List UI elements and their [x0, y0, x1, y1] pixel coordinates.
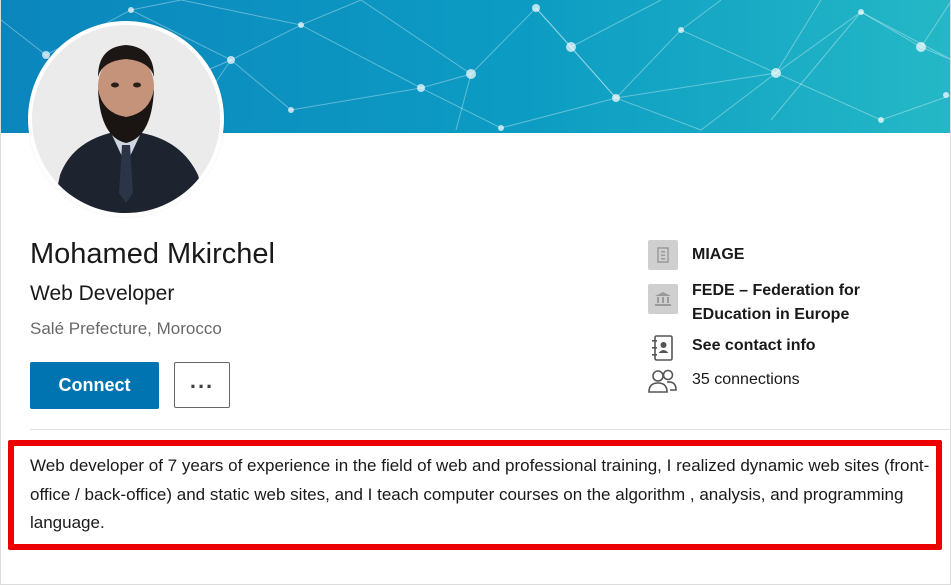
- more-dots-icon: ...: [189, 368, 215, 393]
- connections-icon: [648, 366, 678, 396]
- company-name: MIAGE: [692, 246, 745, 263]
- profile-photo: [32, 25, 220, 213]
- profile-name: Mohamed Mkirchel: [30, 238, 275, 270]
- connections-link[interactable]: 35 connections: [648, 366, 800, 396]
- current-company-link[interactable]: MIAGE: [648, 240, 744, 270]
- school-icon: [648, 284, 678, 314]
- profile-card: Mohamed Mkirchel Web Developer Salé Pref…: [0, 0, 951, 585]
- contact-info-link[interactable]: See contact info: [648, 333, 816, 363]
- avatar[interactable]: [32, 25, 220, 213]
- company-icon: [648, 240, 678, 270]
- profile-location: Salé Prefecture, Morocco: [30, 319, 222, 338]
- contact-book-icon: [648, 333, 678, 363]
- profile-summary: Web developer of 7 years of experience i…: [30, 456, 930, 532]
- connect-button[interactable]: Connect: [30, 362, 159, 409]
- school-name: FEDE – Federation for EDucation in Europ…: [692, 282, 861, 323]
- divider: [30, 429, 950, 430]
- connections-count: 35 connections: [692, 371, 800, 388]
- education-link[interactable]: FEDE – Federation for EDucation in Europ…: [648, 282, 892, 327]
- profile-headline: Web Developer: [30, 282, 175, 305]
- more-actions-button[interactable]: ...: [174, 362, 230, 408]
- contact-info-label: See contact info: [692, 337, 816, 354]
